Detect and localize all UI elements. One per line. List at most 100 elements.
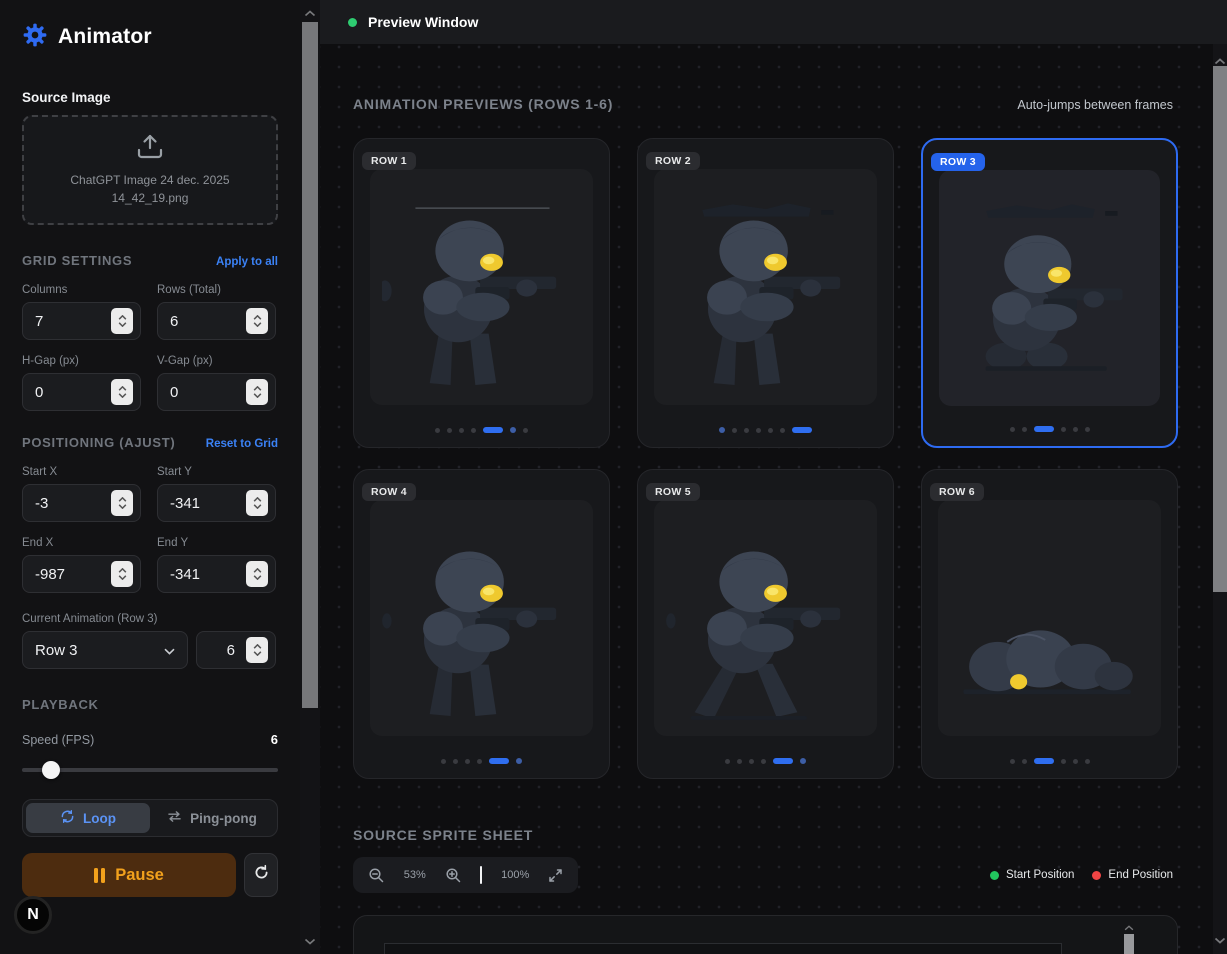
frame-dot[interactable] <box>737 759 742 764</box>
preview-card-row-5[interactable]: ROW 5 <box>637 469 894 779</box>
endx-stepper[interactable] <box>111 561 133 587</box>
gear-icon <box>22 22 48 53</box>
pingpong-button[interactable]: Ping-pong <box>150 803 274 833</box>
apply-to-all-link[interactable]: Apply to all <box>216 256 278 268</box>
main-scrollbar[interactable] <box>1213 44 1227 954</box>
frame-dot[interactable] <box>1061 759 1066 764</box>
endy-stepper[interactable] <box>246 561 268 587</box>
frame-dot[interactable] <box>447 428 452 433</box>
live-status-dot <box>348 18 357 27</box>
endy-field-group: End Y <box>157 537 276 593</box>
starty-stepper[interactable] <box>246 490 268 516</box>
frame-dot[interactable] <box>719 427 725 433</box>
speed-label: Speed (FPS) <box>22 733 94 747</box>
frame-dot[interactable] <box>780 428 785 433</box>
vgap-stepper[interactable] <box>246 379 268 405</box>
rows-stepper[interactable] <box>246 308 268 334</box>
frame-dot[interactable] <box>732 428 737 433</box>
zoom-out-button[interactable] <box>368 867 385 884</box>
sprite-frame <box>950 522 1150 736</box>
sheet-scrollbar-thumb[interactable] <box>1124 934 1134 954</box>
columns-stepper[interactable] <box>111 308 133 334</box>
current-frame-dot[interactable] <box>1034 426 1054 432</box>
frame-dot[interactable] <box>435 428 440 433</box>
frame-dot[interactable] <box>725 759 730 764</box>
frame-dot[interactable] <box>465 759 470 764</box>
pause-button[interactable]: Pause <box>22 853 236 897</box>
frame-dot[interactable] <box>1073 427 1078 432</box>
frame-dot[interactable] <box>1022 427 1027 432</box>
frame-dot[interactable] <box>749 759 754 764</box>
preview-card-row-1[interactable]: ROW 1 <box>353 138 610 448</box>
endx-field-group: End X <box>22 537 141 593</box>
frame-indicator-dots <box>638 758 893 764</box>
frame-dot[interactable] <box>761 759 766 764</box>
animation-preview-panel <box>938 500 1161 736</box>
preview-window-body: ANIMATION PREVIEWS (ROWS 1-6) Auto-jumps… <box>320 44 1213 954</box>
current-frame-dot[interactable] <box>792 427 812 433</box>
sprite-sheet-canvas[interactable] <box>384 943 1062 954</box>
zoom-in-button[interactable] <box>445 867 462 884</box>
reset-playback-button[interactable] <box>244 853 278 897</box>
start-position-legend: Start Position <box>990 869 1074 881</box>
frame-dot[interactable] <box>1010 427 1015 432</box>
preview-card-row-4[interactable]: ROW 4 <box>353 469 610 779</box>
frame-dot[interactable] <box>441 759 446 764</box>
sidebar-scrollbar-thumb[interactable] <box>302 22 318 708</box>
frame-dot[interactable] <box>516 758 522 764</box>
frame-dot[interactable] <box>471 428 476 433</box>
upload-dropzone[interactable]: ChatGPT Image 24 dec. 2025 14_42_19.png <box>22 115 278 225</box>
columns-field-group: Columns <box>22 284 141 340</box>
frame-dot[interactable] <box>756 428 761 433</box>
expand-icon[interactable] <box>548 868 563 883</box>
frame-dot[interactable] <box>1010 759 1015 764</box>
scroll-down-icon[interactable] <box>305 932 316 950</box>
preview-card-row-3[interactable]: ROW 3 <box>921 138 1178 448</box>
frame-dot[interactable] <box>453 759 458 764</box>
frame-indicator-dots <box>354 758 609 764</box>
loop-mode-segmented: Loop Ping-pong <box>22 799 278 837</box>
scroll-up-icon[interactable] <box>305 4 316 22</box>
frame-dot[interactable] <box>510 427 516 433</box>
frames-stepper[interactable] <box>246 637 268 663</box>
sheet-scrollbar[interactable] <box>1123 920 1135 954</box>
n-avatar[interactable]: N <box>14 896 52 934</box>
frame-dot[interactable] <box>523 428 528 433</box>
row-select[interactable]: Row 3 <box>22 631 188 669</box>
speed-slider-thumb[interactable] <box>42 761 60 779</box>
animation-preview-panel <box>370 169 593 405</box>
frame-dot[interactable] <box>477 759 482 764</box>
loop-button[interactable]: Loop <box>26 803 150 833</box>
frame-dot[interactable] <box>744 428 749 433</box>
frame-dot[interactable] <box>1085 427 1090 432</box>
startx-stepper[interactable] <box>111 490 133 516</box>
frame-dot[interactable] <box>1073 759 1078 764</box>
row-badge: ROW 1 <box>362 152 416 170</box>
preview-card-row-2[interactable]: ROW 2 <box>637 138 894 448</box>
preview-card-row-6[interactable]: ROW 6 <box>921 469 1178 779</box>
reset-to-grid-link[interactable]: Reset to Grid <box>206 438 278 450</box>
speed-slider[interactable] <box>22 761 278 779</box>
frame-dot[interactable] <box>800 758 806 764</box>
frame-dot[interactable] <box>1022 759 1027 764</box>
current-animation-label: Current Animation (Row 3) <box>22 613 278 625</box>
current-frame-dot[interactable] <box>489 758 509 764</box>
frame-dot[interactable] <box>1085 759 1090 764</box>
row-badge: ROW 5 <box>646 483 700 501</box>
current-frame-dot[interactable] <box>483 427 503 433</box>
current-frame-dot[interactable] <box>1034 758 1054 764</box>
main-scroll-down-icon[interactable] <box>1215 931 1226 949</box>
frame-dot[interactable] <box>459 428 464 433</box>
vgap-field-group: V-Gap (px) <box>157 355 276 411</box>
sprite-frame <box>666 191 866 405</box>
speed-slider-track[interactable] <box>22 768 278 772</box>
sidebar-scrollbar[interactable] <box>300 0 320 954</box>
animation-preview-panel <box>939 170 1160 406</box>
main-scrollbar-thumb[interactable] <box>1213 66 1227 592</box>
current-frame-dot[interactable] <box>773 758 793 764</box>
hgap-stepper[interactable] <box>111 379 133 405</box>
frame-dot[interactable] <box>1061 427 1066 432</box>
frame-dot[interactable] <box>768 428 773 433</box>
end-position-legend: End Position <box>1092 869 1173 881</box>
zoom-reset-value[interactable]: 100% <box>501 869 529 881</box>
